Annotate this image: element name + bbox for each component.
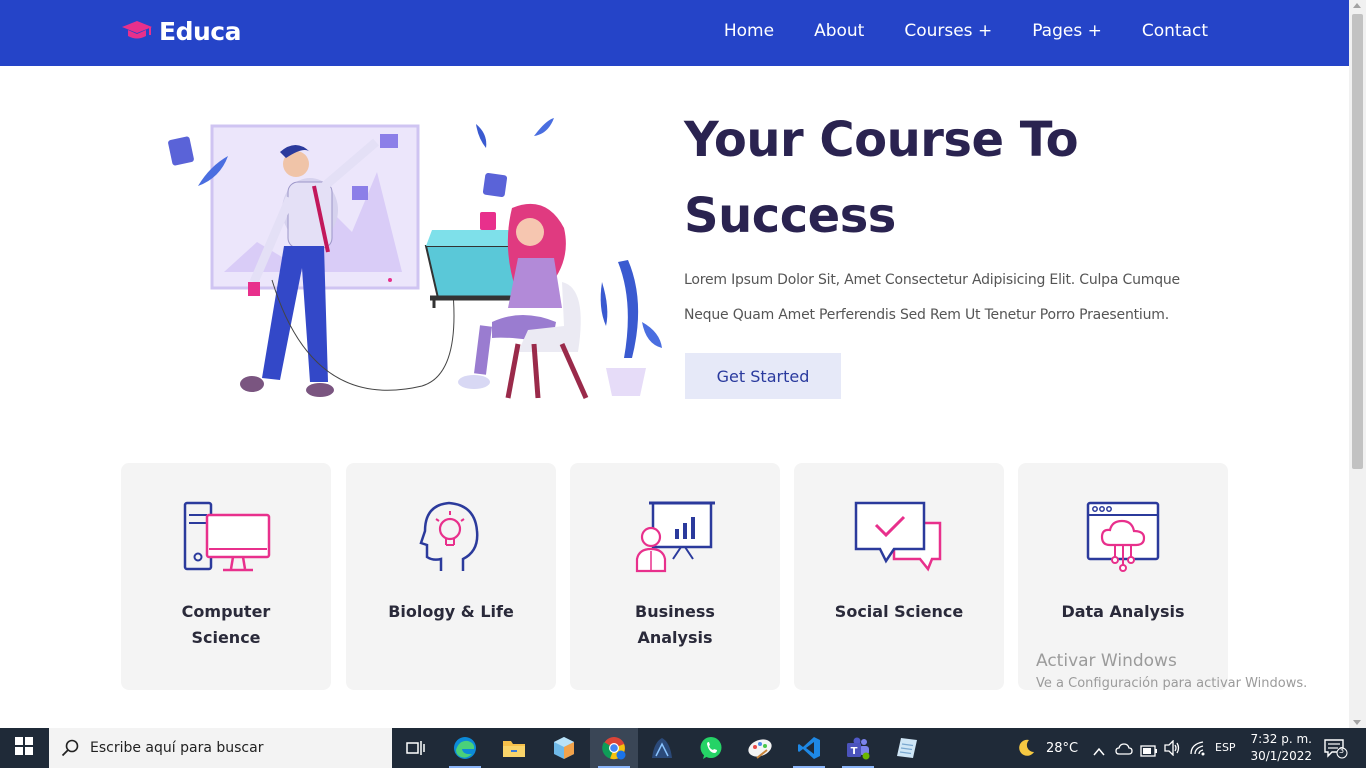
nav-contact[interactable]: Contact [1142,21,1208,41]
hero-description-line-1: Lorem Ipsum Dolor Sit, Amet Consectetur … [684,272,1180,288]
input-language[interactable]: ESP [1215,741,1236,754]
weather-temperature[interactable]: 28°C [1046,741,1078,756]
cloud-sync-icon[interactable] [1115,741,1133,760]
app-cube-icon[interactable] [540,728,588,768]
battery-icon[interactable] [1140,742,1158,761]
teams-icon[interactable]: T [834,728,882,768]
chevron-up-icon[interactable] [1093,742,1105,761]
chrome-icon[interactable] [590,728,638,768]
nav-about[interactable]: About [814,21,864,41]
windows-logo-icon [15,737,33,759]
hero-title-line-2: Success [684,188,896,244]
main-nav: Home About Courses + Pages + Contact [724,21,1208,41]
scroll-up-arrow-icon[interactable] [1353,3,1361,8]
windows-taskbar: Escribe aquí para buscar T 28°C ESP 7:32… [0,728,1366,768]
code-blocks-icon[interactable] [638,728,686,768]
course-card-social-science[interactable]: Social Science [794,463,1004,690]
search-placeholder: Escribe aquí para buscar [90,740,264,756]
hero-title-line-1: Your Course To [684,112,1079,168]
scroll-down-arrow-icon[interactable] [1353,720,1361,725]
course-card-label: Social Science [834,602,964,621]
whatsapp-icon[interactable] [687,728,735,768]
wifi-icon[interactable] [1189,740,1207,760]
vscode-icon[interactable] [785,728,833,768]
start-button[interactable] [0,728,48,768]
hero-illustration [162,112,667,404]
notification-count: 3 [1339,746,1345,755]
nav-home[interactable]: Home [724,21,774,41]
scroll-thumb[interactable] [1352,14,1363,469]
hero-description: Lorem Ipsum Dolor Sit, Amet Consectetur … [684,263,1214,333]
nav-pages[interactable]: Pages + [1032,21,1102,41]
volume-icon[interactable] [1164,739,1182,760]
course-card-business-analysis[interactable]: Business Analysis [570,463,780,690]
site-logo[interactable]: Educa [121,17,241,46]
get-started-button[interactable]: Get Started [685,353,841,399]
paint-icon[interactable] [736,728,784,768]
edge-icon[interactable] [441,728,489,768]
hero-title: Your Course To Success [684,102,1284,254]
system-clock[interactable]: 7:32 p. m. 30/1/2022 [1244,731,1312,765]
weather-moon-icon[interactable] [1016,738,1036,762]
course-card-biology-life[interactable]: Biology & Life [346,463,556,690]
nav-courses[interactable]: Courses + [904,21,992,41]
clock-time: 7:32 p. m. [1250,732,1312,746]
site-header: Educa Home About Courses + Pages + Conta… [0,0,1349,66]
activate-windows-subtitle: Ve a Configuración para activar Windows. [1036,676,1308,691]
page-scrollbar[interactable] [1349,0,1366,728]
course-card-label: Computer Science [181,602,271,647]
hero-description-line-2: Neque Quam Amet Perferendis Sed Rem Ut T… [684,307,1169,323]
clock-date: 30/1/2022 [1250,749,1312,763]
task-view-icon[interactable] [392,728,440,768]
graduation-cap-icon [121,19,153,45]
course-card-label: Data Analysis [1061,602,1185,621]
svg-text:T: T [851,746,858,757]
brand-name: Educa [159,17,241,46]
course-card-label: Business Analysis [635,602,715,647]
search-icon [61,739,79,757]
file-explorer-icon[interactable] [490,728,538,768]
notepad-icon[interactable] [883,728,931,768]
activate-windows-title: Activar Windows [1036,651,1177,671]
course-card-computer-science[interactable]: Computer Science [121,463,331,690]
notification-center-icon[interactable] [1324,739,1348,763]
course-card-label: Biology & Life [388,602,514,621]
taskbar-search[interactable]: Escribe aquí para buscar [49,728,392,768]
